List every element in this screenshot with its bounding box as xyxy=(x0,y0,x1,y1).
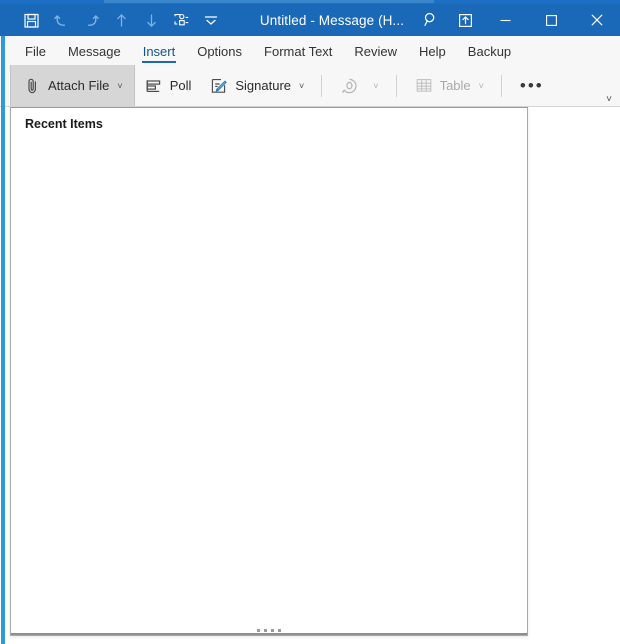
signature-label: Signature xyxy=(235,78,292,93)
search-icon[interactable] xyxy=(414,5,448,35)
ribbon-display-options-icon[interactable] xyxy=(448,5,482,35)
poll-icon xyxy=(144,76,164,96)
outlook-compose-window: Untitled - Message (H... File Message In… xyxy=(0,0,620,644)
paperclip-icon xyxy=(22,76,42,96)
poll-label: Poll xyxy=(169,78,192,93)
attach-file-dropdown-panel: Recent Items Browse Web Locations xyxy=(10,107,528,636)
minimize-button[interactable] xyxy=(482,4,528,36)
attach-file-button[interactable]: Attach File ˅ xyxy=(10,65,135,106)
tab-help[interactable]: Help xyxy=(408,41,457,65)
window-top-edge-highlight xyxy=(104,0,434,3)
quick-access-toolbar xyxy=(0,6,226,34)
undo-icon[interactable] xyxy=(46,6,76,34)
close-button[interactable] xyxy=(574,4,620,36)
signature-pen-icon xyxy=(209,76,229,96)
attach-file-label: Attach File xyxy=(48,78,110,93)
ribbon-overflow-button[interactable]: ••• xyxy=(510,77,554,94)
ribbon-separator xyxy=(321,74,323,97)
signature-chevron-down-icon[interactable]: ˅ xyxy=(299,81,304,91)
window-title: Untitled - Message (H... xyxy=(259,12,405,28)
tab-file[interactable]: File xyxy=(14,41,57,65)
attach-file-chevron-down-icon[interactable]: ˅ xyxy=(117,81,122,91)
dropdown-resize-grip[interactable] xyxy=(11,629,527,632)
ribbon-separator xyxy=(395,74,397,97)
poll-button[interactable]: Poll xyxy=(135,67,201,105)
previous-item-icon[interactable] xyxy=(106,6,136,34)
dropdown-bottom-border xyxy=(11,633,527,635)
maximize-button[interactable] xyxy=(528,4,574,36)
tab-insert[interactable]: Insert xyxy=(132,41,187,65)
recent-items-header: Recent Items xyxy=(25,117,103,131)
ribbon-separator xyxy=(500,74,502,97)
signature-button[interactable]: Signature ˅ xyxy=(200,67,313,105)
tab-review[interactable]: Review xyxy=(343,41,408,65)
table-chevron-down-icon: ˅ xyxy=(478,80,484,91)
redo-icon[interactable] xyxy=(76,6,106,34)
tab-options[interactable]: Options xyxy=(186,41,253,65)
window-left-accent-stripe xyxy=(1,36,5,644)
ribbon-tab-strip: File Message Insert Options Format Text … xyxy=(0,36,620,65)
tab-format-text[interactable]: Format Text xyxy=(253,41,343,65)
touch-mouse-mode-icon[interactable] xyxy=(166,6,196,34)
collapse-ribbon-icon[interactable]: ˅ xyxy=(606,95,612,105)
table-label: Table xyxy=(439,78,471,93)
table-icon xyxy=(414,76,434,96)
tab-backup[interactable]: Backup xyxy=(457,41,522,65)
link-chevron-down-icon: ˅ xyxy=(373,80,379,91)
next-item-icon[interactable] xyxy=(136,6,166,34)
title-bar: Untitled - Message (H... xyxy=(0,4,620,36)
window-controls-group xyxy=(414,4,620,36)
ribbon: Attach File ˅ Poll Signature ˅ ˅ Table ˅… xyxy=(0,65,620,107)
tab-message[interactable]: Message xyxy=(57,41,132,65)
table-button: Table ˅ xyxy=(405,67,493,105)
save-icon[interactable] xyxy=(16,6,46,34)
link-button: ˅ xyxy=(330,67,387,105)
customize-quick-access-toolbar-icon[interactable] xyxy=(196,6,226,34)
link-loop-icon xyxy=(339,76,359,96)
